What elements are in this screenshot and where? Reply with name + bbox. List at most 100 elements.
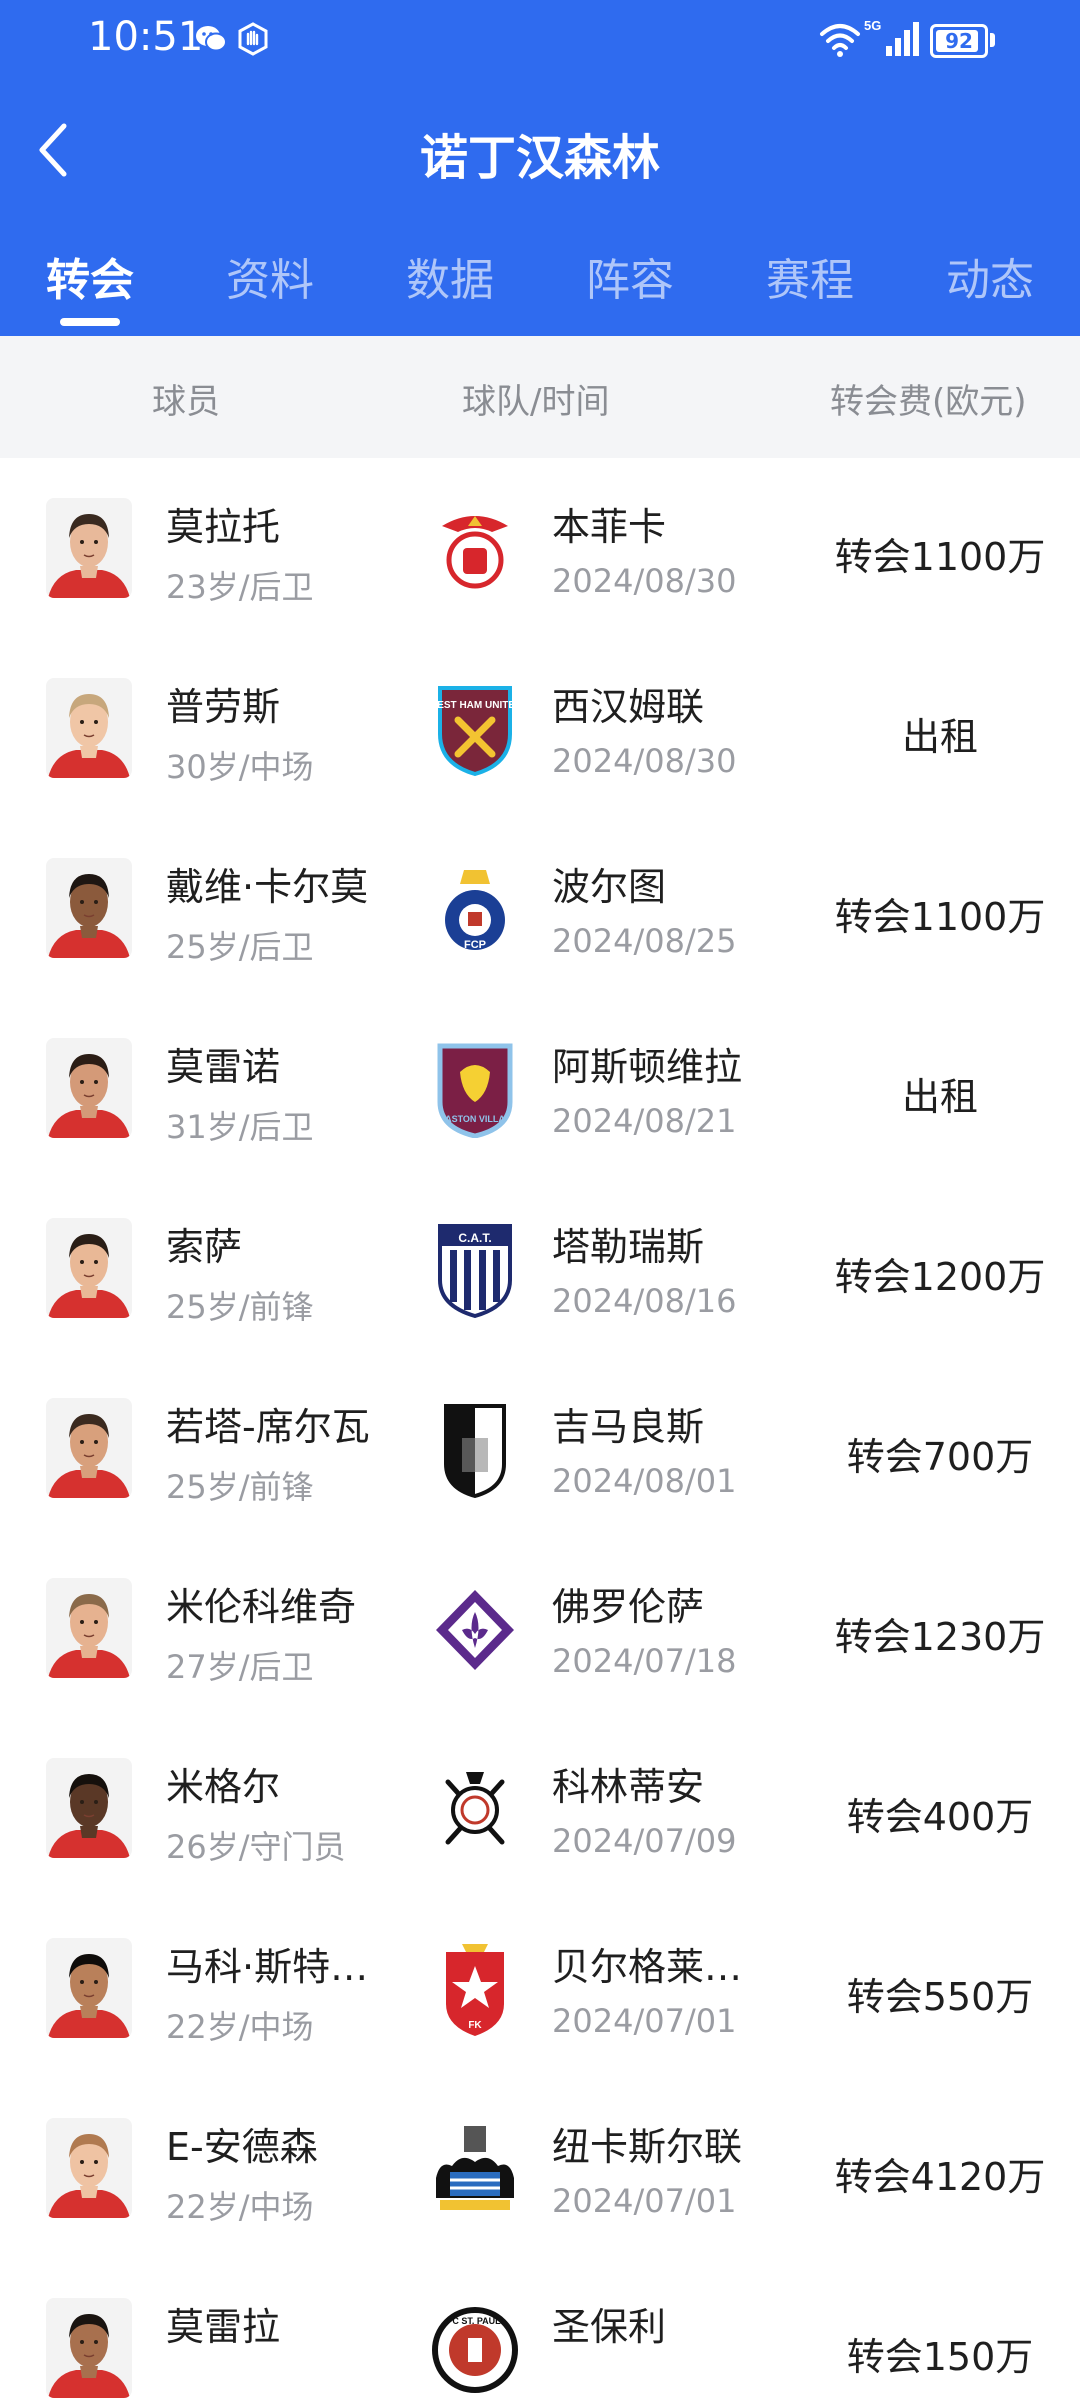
transfer-row[interactable]: 米格尔 26岁/守门员 科林蒂安 2024/07/09 转会400万 bbox=[0, 1718, 1080, 1902]
guimaraes-crest-icon bbox=[432, 1402, 518, 1499]
transfer-fee: 转会550万 bbox=[846, 1975, 1034, 2019]
svg-text:FC ST. PAULI: FC ST. PAULI bbox=[447, 2316, 503, 2326]
team-name: 吉马良斯 bbox=[552, 1405, 705, 1449]
player-avatar bbox=[46, 1758, 132, 1858]
player-name: 普劳斯 bbox=[166, 685, 281, 729]
team-name: 塔勒瑞斯 bbox=[552, 1225, 705, 1269]
tab-0[interactable]: 转会 bbox=[0, 244, 180, 308]
transfer-fee: 转会150万 bbox=[846, 2335, 1034, 2379]
transfer-fee: 转会1100万 bbox=[834, 535, 1046, 579]
transfer-fee: 转会1100万 bbox=[834, 895, 1046, 939]
talleres-crest-icon: C.A.T. bbox=[432, 1222, 518, 1319]
player-avatar bbox=[46, 1938, 132, 2038]
transfer-date: 2024/07/01 bbox=[552, 2002, 737, 2040]
player-avatar bbox=[46, 2298, 132, 2398]
transfer-fee: 转会1200万 bbox=[834, 1255, 1046, 1299]
tab-bar: 转会 资料 数据 阵容 赛程 动态 bbox=[0, 214, 1080, 336]
svg-text:FCP: FCP bbox=[464, 939, 486, 951]
app-header: 10:51 5G 92 诺丁汉森林 转会 资料 数据 阵容 赛程 动态 bbox=[0, 0, 1080, 336]
transfer-row[interactable]: E-安德森 22岁/中场 纽卡斯尔联 2024/07/01 转会4120万 bbox=[0, 2078, 1080, 2262]
player-info: 22岁/中场 bbox=[166, 2008, 314, 2046]
player-avatar bbox=[46, 1038, 132, 1138]
svg-text:5G: 5G bbox=[864, 18, 881, 33]
player-avatar bbox=[46, 498, 132, 598]
status-time: 10:51 bbox=[88, 14, 204, 60]
hand-icon bbox=[238, 22, 268, 56]
svg-text:FK: FK bbox=[468, 2020, 482, 2031]
player-info: 23岁/后卫 bbox=[166, 568, 314, 606]
player-info: 25岁/前锋 bbox=[166, 1288, 314, 1326]
player-info: 22岁/中场 bbox=[166, 2188, 314, 2226]
tab-1[interactable]: 资料 bbox=[180, 244, 360, 308]
transfer-fee: 转会400万 bbox=[846, 1795, 1034, 1839]
transfer-row[interactable]: 戴维·卡尔莫 25岁/后卫 FCP 波尔图 2024/08/25 转会1100万 bbox=[0, 818, 1080, 1002]
newcastle-crest-icon bbox=[432, 2122, 518, 2218]
transfer-fee: 出租 bbox=[901, 1075, 978, 1119]
player-name: 莫拉托 bbox=[166, 505, 281, 549]
transfer-row[interactable]: 若塔-席尔瓦 25岁/前锋 吉马良斯 2024/08/01 转会700万 bbox=[0, 1358, 1080, 1542]
player-name: 莫雷诺 bbox=[166, 1045, 281, 1089]
player-info: 26岁/守门员 bbox=[166, 1828, 346, 1866]
aston-villa-crest-icon: ASTON VILLA bbox=[432, 1042, 518, 1139]
transfer-row[interactable]: 索萨 25岁/前锋 C.A.T. 塔勒瑞斯 2024/08/16 转会1200万 bbox=[0, 1178, 1080, 1362]
tab-2[interactable]: 数据 bbox=[360, 244, 540, 308]
player-name: E-安德森 bbox=[166, 2125, 318, 2169]
transfer-row[interactable]: 莫拉托 23岁/后卫 本菲卡 2024/08/30 转会1100万 bbox=[0, 458, 1080, 642]
column-player: 球员 bbox=[152, 382, 220, 422]
tab-5[interactable]: 动态 bbox=[900, 244, 1080, 308]
transfer-row[interactable]: 莫雷拉 FC ST. PAULI 圣保利转会150万 bbox=[0, 2258, 1080, 2400]
player-name: 莫雷拉 bbox=[166, 2305, 281, 2349]
battery-level: 92 bbox=[945, 29, 973, 53]
player-info: 27岁/后卫 bbox=[166, 1648, 314, 1686]
team-name: 西汉姆联 bbox=[552, 685, 705, 729]
transfer-fee: 转会4120万 bbox=[834, 2155, 1046, 2199]
transfer-date: 2024/08/25 bbox=[552, 922, 737, 960]
player-avatar bbox=[46, 1398, 132, 1498]
team-name: 波尔图 bbox=[552, 865, 667, 909]
transfer-row[interactable]: 普劳斯 30岁/中场 WEST HAM UNITED 西汉姆联 2024/08/30 出租 bbox=[0, 638, 1080, 822]
team-name: 贝尔格莱德红星 bbox=[552, 1945, 762, 1989]
transfer-row[interactable]: 莫雷诺 31岁/后卫 ASTON VILLA 阿斯顿维拉 2024/08/21 出租 bbox=[0, 998, 1080, 1182]
transfer-fee: 转会1230万 bbox=[834, 1615, 1046, 1659]
player-info: 31岁/后卫 bbox=[166, 1108, 314, 1146]
fiorentina-crest-icon bbox=[432, 1582, 518, 1678]
team-name: 本菲卡 bbox=[552, 505, 667, 549]
player-avatar bbox=[46, 1218, 132, 1318]
player-info: 25岁/前锋 bbox=[166, 1468, 314, 1506]
player-info: 25岁/后卫 bbox=[166, 928, 314, 966]
transfer-fee: 出租 bbox=[901, 715, 978, 759]
team-name: 圣保利 bbox=[552, 2305, 667, 2349]
west-ham-crest-icon: WEST HAM UNITED bbox=[428, 682, 522, 778]
transfer-row[interactable]: 米伦科维奇 27岁/后卫 佛罗伦萨 2024/07/18 转会1230万 bbox=[0, 1538, 1080, 1722]
player-avatar bbox=[46, 678, 132, 778]
st-pauli-crest-icon: FC ST. PAULI bbox=[432, 2302, 518, 2398]
tab-4[interactable]: 赛程 bbox=[720, 244, 900, 308]
team-name: 科林蒂安 bbox=[552, 1765, 705, 1809]
svg-text:ASTON VILLA: ASTON VILLA bbox=[445, 1114, 505, 1124]
active-tab-indicator bbox=[60, 318, 120, 326]
column-team-time: 球队/时间 bbox=[462, 382, 610, 422]
signal-icon: 5G bbox=[864, 18, 919, 56]
red-star-crest-icon: FK bbox=[432, 1942, 518, 2038]
wechat-icon bbox=[196, 26, 227, 52]
player-avatar bbox=[46, 858, 132, 958]
transfer-date: 2024/07/18 bbox=[552, 1642, 737, 1680]
player-name: 马科·斯特罗夫 bbox=[166, 1945, 406, 1989]
transfer-date: 2024/08/16 bbox=[552, 1282, 737, 1320]
player-avatar bbox=[46, 1578, 132, 1678]
battery-tip bbox=[990, 33, 995, 47]
status-bar: 10:51 5G 92 bbox=[0, 0, 1080, 80]
porto-crest-icon: FCP bbox=[432, 862, 518, 958]
transfer-date: 2024/08/21 bbox=[552, 1102, 737, 1140]
player-name: 米格尔 bbox=[166, 1765, 281, 1809]
column-header: 球员 球队/时间 转会费(欧元) bbox=[0, 336, 1080, 458]
svg-text:WEST HAM UNITED: WEST HAM UNITED bbox=[432, 700, 518, 711]
column-fee: 转会费(欧元) bbox=[830, 382, 1027, 422]
transfer-date: 2024/08/01 bbox=[552, 1462, 737, 1500]
page-title: 诺丁汉森林 bbox=[419, 130, 660, 186]
transfer-date: 2024/07/09 bbox=[552, 1822, 737, 1860]
player-name: 米伦科维奇 bbox=[166, 1585, 357, 1629]
team-name: 佛罗伦萨 bbox=[552, 1585, 705, 1629]
tab-3[interactable]: 阵容 bbox=[540, 244, 720, 308]
transfer-row[interactable]: 马科·斯特罗夫 22岁/中场 FK 贝尔格莱德红星 2024/07/01 转会550万 bbox=[0, 1898, 1080, 2082]
